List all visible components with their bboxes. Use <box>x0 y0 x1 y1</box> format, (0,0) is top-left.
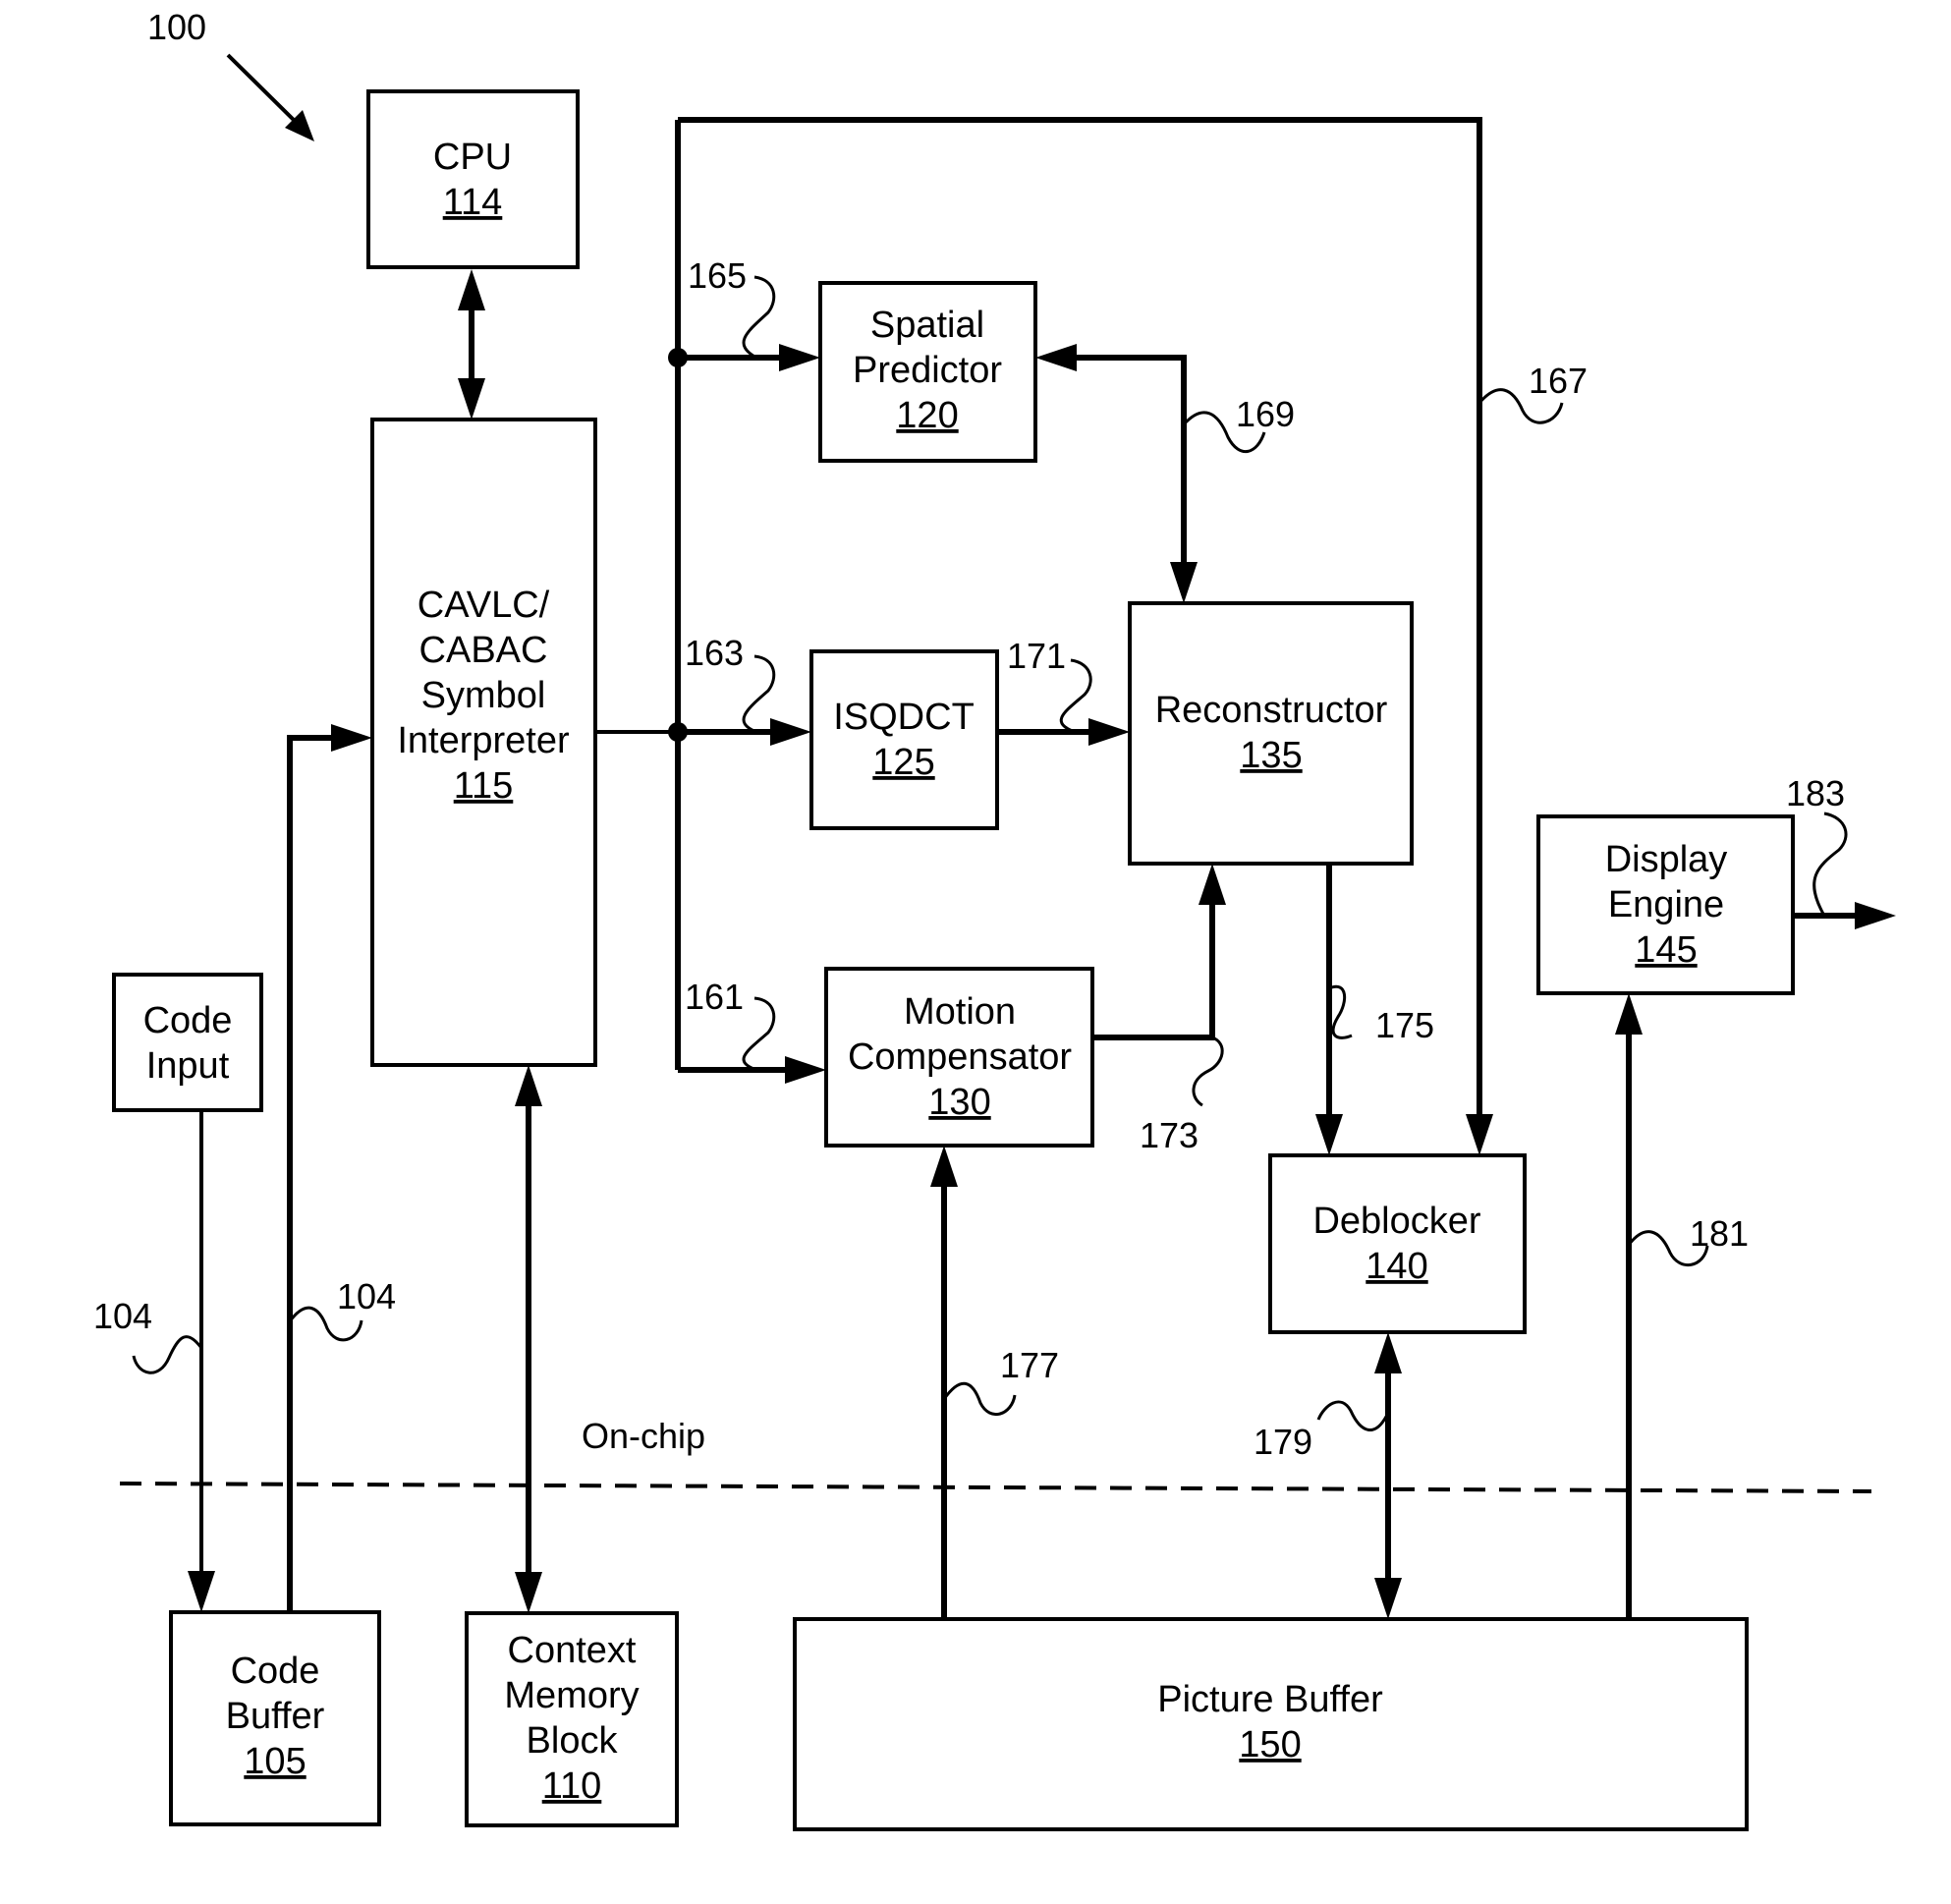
arrow-104-up-head <box>331 724 372 752</box>
arrow-183-head <box>1855 902 1896 929</box>
block-title: CPU <box>433 137 512 178</box>
context-memory-block[interactable]: Context Memory Block 110 <box>465 1611 679 1827</box>
block-number: 140 <box>1366 1246 1427 1287</box>
wire-104-up <box>287 735 336 1612</box>
block-title-line: CAVLC/ <box>418 585 550 626</box>
motion-compensator-block[interactable]: Motion Compensator 130 <box>824 967 1094 1148</box>
deblocker-block[interactable]: Deblocker 140 <box>1268 1153 1527 1334</box>
leader-175 <box>1328 984 1353 1039</box>
ref-104-left: 104 <box>93 1296 152 1336</box>
reconstructor-block[interactable]: Reconstructor 135 <box>1128 601 1414 866</box>
block-number: 115 <box>454 765 514 807</box>
arrow-context-down-head <box>515 1572 542 1613</box>
block-title: Deblocker <box>1312 1201 1480 1242</box>
block-number: 125 <box>872 742 934 783</box>
block-number: 145 <box>1635 929 1697 971</box>
ref-179: 179 <box>1254 1422 1312 1462</box>
block-title-line: Display <box>1605 839 1728 880</box>
figure-reference-arrow <box>226 53 314 141</box>
block-number: 114 <box>443 182 503 223</box>
arrow-104-down-head <box>188 1571 215 1612</box>
block-title-line: Memory <box>504 1675 639 1716</box>
block-number: 150 <box>1239 1724 1301 1765</box>
block-number: 110 <box>542 1765 602 1807</box>
on-chip-boundary <box>119 1482 1872 1493</box>
interpreter-block[interactable]: CAVLC/ CABAC Symbol Interpreter 115 <box>370 418 597 1067</box>
arrow-177-head <box>930 1146 958 1187</box>
arrow-163-head <box>770 718 811 746</box>
ref-169: 169 <box>1236 394 1295 434</box>
leader-161 <box>742 996 776 1072</box>
ref-175: 175 <box>1375 1005 1434 1045</box>
arrow-179-head-down <box>1374 1578 1402 1619</box>
block-number: 120 <box>896 395 958 436</box>
leader-104-left <box>132 1335 203 1374</box>
block-title: ISQDCT <box>833 697 975 738</box>
figure-reference-label: 100 <box>147 7 206 47</box>
block-title-line: Symbol <box>421 675 546 716</box>
arrow-167-head <box>1466 1114 1493 1155</box>
leader-183 <box>1812 812 1848 917</box>
ref-177: 177 <box>1000 1345 1059 1385</box>
arrow-169-head-down <box>1170 562 1198 603</box>
block-title-line: Code <box>231 1651 320 1692</box>
block-title-line: Input <box>146 1045 230 1087</box>
block-title-line: Buffer <box>226 1696 325 1737</box>
ref-163: 163 <box>685 633 744 673</box>
arrow-173-head <box>1198 864 1226 905</box>
block-title-line: Spatial <box>870 305 984 346</box>
block-title-line: Code <box>143 1000 233 1041</box>
on-chip-label: On-chip <box>582 1416 705 1456</box>
arrow-169-head-left <box>1035 344 1077 371</box>
code-input-block[interactable]: Code Input <box>112 973 263 1112</box>
isqdct-block[interactable]: ISQDCT 125 <box>809 649 999 830</box>
ref-181: 181 <box>1690 1213 1749 1254</box>
ref-167: 167 <box>1529 361 1588 401</box>
ref-173: 173 <box>1140 1115 1198 1155</box>
ref-161: 161 <box>685 977 744 1017</box>
display-engine-block[interactable]: Display Engine 145 <box>1536 814 1795 995</box>
ref-171: 171 <box>1007 636 1066 676</box>
leader-173 <box>1192 1036 1224 1107</box>
block-number: 130 <box>928 1082 990 1123</box>
block-number: 105 <box>244 1741 306 1782</box>
block-title: Picture Buffer <box>1157 1679 1383 1720</box>
block-title-line: Motion <box>904 991 1016 1033</box>
wire-169 <box>1071 355 1187 568</box>
cpu-interpreter-link <box>458 269 485 420</box>
leader-177 <box>942 1381 1017 1416</box>
spatial-predictor-block[interactable]: Spatial Predictor 120 <box>818 281 1037 463</box>
arrow-175-head <box>1315 1114 1343 1155</box>
arrow-161-head <box>785 1056 826 1084</box>
block-title-line: Predictor <box>853 350 1002 391</box>
wire-173 <box>1092 899 1215 1040</box>
video-decoder-block-diagram: 100 On-chip 165 163 161 171 169 167 173 … <box>93 7 1896 1831</box>
block-title-line: Compensator <box>848 1036 1072 1078</box>
ref-104-right: 104 <box>337 1276 396 1316</box>
block-number: 135 <box>1240 735 1302 776</box>
arrow-179-head-up <box>1374 1332 1402 1373</box>
leader-163 <box>742 654 776 734</box>
code-buffer-block[interactable]: Code Buffer 105 <box>169 1610 381 1826</box>
arrow-context-up-head <box>515 1065 542 1106</box>
ref-183: 183 <box>1786 773 1845 813</box>
arrow-165-head <box>779 344 820 371</box>
ref-165: 165 <box>688 255 747 296</box>
block-title-line: Interpreter <box>397 720 570 761</box>
cpu-block[interactable]: CPU 114 <box>366 89 580 269</box>
arrow-181-head <box>1615 993 1643 1035</box>
picture-buffer-block[interactable]: Picture Buffer 150 <box>793 1617 1749 1831</box>
block-title-line: Context <box>508 1630 637 1671</box>
arrow-171-head <box>1088 718 1130 746</box>
leader-165 <box>742 275 776 360</box>
block-title: Reconstructor <box>1155 690 1388 731</box>
leader-179 <box>1316 1400 1390 1431</box>
block-title-line: CABAC <box>419 630 548 671</box>
block-title-line: Engine <box>1608 884 1724 925</box>
block-title-line: Block <box>527 1720 619 1762</box>
